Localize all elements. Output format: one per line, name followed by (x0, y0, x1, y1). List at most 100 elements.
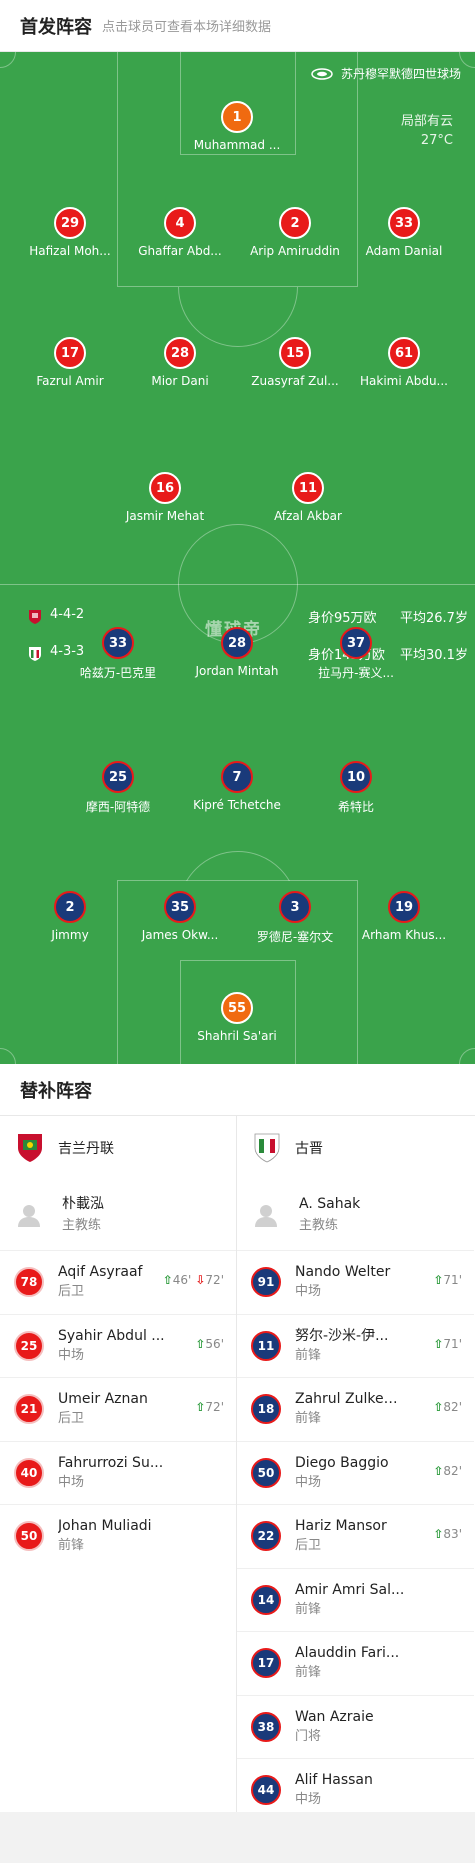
sub-player-row[interactable]: 21 Umeir Aznan 后卫 ⇧72' (0, 1377, 236, 1441)
sub-player-number: 21 (14, 1394, 44, 1425)
sub-player-position: 前锋 (295, 1665, 322, 1681)
player-marker[interactable]: 35 James Okw... (120, 891, 240, 942)
sub-events: ⇧83' (433, 1527, 462, 1541)
sub-player-position: 后卫 (58, 1411, 85, 1427)
sub-player-row[interactable]: 50 Johan Muliadi 前锋 (0, 1504, 236, 1568)
player-number: 61 (388, 337, 420, 369)
sub-player-name: Alif Hassan (295, 1772, 373, 1789)
player-marker[interactable]: 2 Arip Amiruddin (235, 207, 355, 258)
player-marker[interactable]: 4 Ghaffar Abd... (120, 207, 240, 258)
player-marker[interactable]: 25 摩西-阿特德 (58, 761, 178, 815)
home-coach-row[interactable]: 朴載泓 主教练 (0, 1180, 236, 1250)
home-team-info: 4-4-2 身价95万欧 平均26.7岁 (0, 607, 475, 627)
corner-arc-br (459, 1048, 475, 1064)
player-marker[interactable]: 37 拉马丹-赛义... (296, 627, 416, 681)
sub-player-position: 前锋 (58, 1538, 85, 1554)
sub-events: ⇧71' (433, 1273, 462, 1287)
sub-player-name: Diego Baggio (295, 1454, 389, 1471)
sub-in-icon: ⇧ (433, 1400, 444, 1414)
player-name: Muhammad ... (193, 138, 281, 152)
player-marker[interactable]: 61 Hakimi Abdu... (344, 337, 464, 388)
player-number: 10 (340, 761, 372, 793)
sub-in-icon: ⇧ (433, 1273, 444, 1287)
sub-in-minute: 82' (443, 1463, 462, 1478)
away-subs-list: 91 Nando Welter 中场 ⇧71' 11 努尔-沙米-伊... 前锋 ⇧71' 18… (237, 1250, 474, 1822)
sub-player-row[interactable]: 50 Diego Baggio 中场 ⇧82' (237, 1440, 474, 1505)
player-number: 35 (164, 891, 196, 923)
home-subs-column: 吉兰丹联 朴載泓 主教练 78 Aqif Asyraaf 后卫 ⇧46' ⇩72' 25 Sy… (0, 1116, 237, 1822)
player-name: Arip Amiruddin (250, 244, 340, 258)
sub-player-number: 50 (14, 1521, 44, 1552)
away-team-row[interactable]: 古晋 (237, 1116, 474, 1180)
sub-player-row[interactable]: 38 Wan Azraie 门将 (237, 1694, 474, 1759)
sub-player-number: 50 (251, 1457, 281, 1488)
player-marker[interactable]: 55 Shahril Sa'ari (177, 992, 297, 1043)
player-name: Jimmy (51, 928, 89, 942)
sub-player-name: Fahrurrozi Su... (58, 1454, 164, 1471)
sub-player-row[interactable]: 78 Aqif Asyraaf 后卫 ⇧46' ⇩72' (0, 1250, 236, 1314)
player-name: 拉马丹-赛义... (318, 666, 394, 680)
sub-player-row[interactable]: 40 Fahrurrozi Su... 中场 (0, 1440, 236, 1505)
player-marker[interactable]: 7 Kipré Tchetche (177, 761, 297, 812)
subs-title: 替补阵容 (0, 1064, 475, 1116)
sub-in-minute: 56' (205, 1336, 224, 1351)
player-number: 33 (102, 627, 134, 659)
player-name: Kipré Tchetche (193, 798, 281, 812)
player-number: 28 (221, 627, 253, 659)
home-coach-name: 朴載泓 (62, 1196, 104, 1212)
sub-player-number: 18 (251, 1394, 281, 1425)
sub-in-minute: 71' (443, 1273, 462, 1287)
player-number: 2 (54, 891, 86, 923)
sub-player-row[interactable]: 18 Zahrul Zulkeflee 前锋 ⇧82' (237, 1377, 474, 1441)
sub-player-position: 前锋 (295, 1601, 322, 1617)
player-name: Arham Khus... (361, 928, 447, 942)
player-name: James Okw... (141, 928, 219, 942)
player-marker[interactable]: 2 Jimmy (10, 891, 130, 942)
home-team-badge-icon (18, 1134, 42, 1162)
player-marker[interactable]: 29 Hafizal Moh... (10, 207, 130, 258)
player-marker[interactable]: 17 Fazrul Amir (10, 337, 130, 388)
player-marker[interactable]: 3 罗德尼-塞尔文 (235, 891, 355, 945)
player-name: Afzal Akbar (274, 509, 342, 523)
sub-in-icon: ⇧ (162, 1273, 173, 1287)
sub-player-name: Johan Muliadi (58, 1518, 152, 1535)
sub-player-row[interactable]: 14 Amir Amri Sal... 前锋 (237, 1567, 474, 1632)
home-team-row[interactable]: 吉兰丹联 (0, 1116, 236, 1180)
sub-player-row[interactable]: 11 努尔-沙米-伊... 前锋 ⇧71' (237, 1313, 474, 1378)
player-marker[interactable]: 33 Adam Danial (344, 207, 464, 258)
player-name: Fazrul Amir (36, 374, 104, 388)
player-name: Shahril Sa'ari (197, 1029, 277, 1043)
sub-player-row[interactable]: 22 Hariz Mansor 后卫 ⇧83' (237, 1504, 474, 1568)
sub-events: ⇧46' ⇩72' (163, 1273, 224, 1287)
sub-player-row[interactable]: 17 Alauddin Fari... 前锋 (237, 1631, 474, 1695)
home-value: 身价95万欧 (308, 611, 377, 626)
sub-player-number: 22 (251, 1521, 281, 1552)
away-coach-row[interactable]: A. Sahak 主教练 (237, 1180, 474, 1250)
player-marker[interactable]: 19 Arham Khus... (344, 891, 464, 942)
player-name: Ghaffar Abd... (138, 244, 222, 258)
player-marker[interactable]: 11 Afzal Akbar (248, 472, 368, 523)
player-name: 哈兹万-巴克里 (79, 666, 157, 680)
player-marker[interactable]: 1 Muhammad ... (177, 101, 297, 152)
player-marker[interactable]: 10 希特比 (296, 761, 416, 815)
sub-player-number: 17 (251, 1648, 281, 1679)
sub-events: ⇧56' (195, 1337, 224, 1351)
sub-out-minute: 72' (205, 1273, 224, 1287)
player-marker[interactable]: 33 哈兹万-巴克里 (58, 627, 178, 681)
sub-player-number: 25 (14, 1330, 44, 1361)
sub-player-row[interactable]: 25 Syahir Abdul ... 中场 ⇧56' (0, 1313, 236, 1378)
sub-player-position: 中场 (58, 1474, 85, 1490)
sub-player-row[interactable]: 91 Nando Welter 中场 ⇧71' (237, 1250, 474, 1314)
sub-player-name: Hariz Mansor (295, 1518, 387, 1535)
player-marker[interactable]: 28 Mior Dani (120, 337, 240, 388)
player-number: 1 (221, 101, 253, 133)
sub-events: ⇧72' (195, 1400, 224, 1414)
player-marker[interactable]: 16 Jasmir Mehat (105, 472, 225, 523)
sub-in-icon: ⇧ (195, 1336, 206, 1351)
coach-avatar-icon (255, 1205, 277, 1227)
corner-arc-tr (459, 52, 475, 68)
sub-player-name: Amir Amri Sal... (295, 1581, 405, 1598)
player-marker[interactable]: 15 Zuasyraf Zul... (235, 337, 355, 388)
player-marker[interactable]: 28 Jordan Mintah (177, 627, 297, 678)
home-team-name: 吉兰丹联 (58, 1141, 114, 1157)
